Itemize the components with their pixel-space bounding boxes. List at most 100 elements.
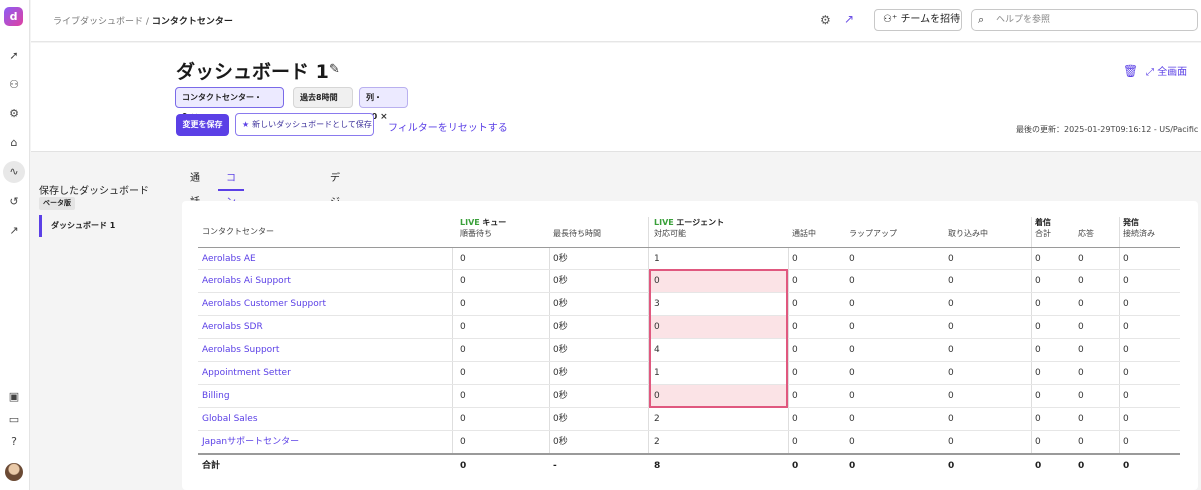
- table-cell: 0: [1123, 437, 1129, 447]
- table-cell: 0: [460, 276, 466, 286]
- total-row: 合計 0 - 8 0 0 0 0 0 0: [198, 453, 1180, 476]
- breadcrumb-current: コンタクトセンター: [151, 17, 233, 27]
- table-cell: 0: [849, 276, 855, 286]
- edit-title-pencil-icon[interactable]: ✎: [329, 62, 340, 77]
- table-cell: 0: [1123, 299, 1129, 309]
- table-cell: 0: [460, 345, 466, 355]
- table-cell: 0: [1123, 391, 1129, 401]
- breadcrumb-separator: /: [145, 17, 149, 27]
- save-as-new-label: 新しいダッシュボードとして保存: [252, 120, 372, 129]
- dashboard-header: ダッシュボード 1 ✎ コンタクトセンター・9× 過去8時間⌄ 列・10× 変更…: [31, 43, 1201, 152]
- invite-team-button[interactable]: ⚇⁺ チームを招待: [874, 9, 962, 31]
- table-cell: 0: [948, 345, 954, 355]
- table-cell: 0: [849, 322, 855, 332]
- table-cell: 0: [1123, 322, 1129, 332]
- table-cell: 0: [792, 414, 798, 424]
- user-icon[interactable]: ⚇: [6, 77, 22, 93]
- filter-chip-time-range[interactable]: 過去8時間⌄: [293, 87, 353, 122]
- last-updated-text: 最後の更新：2025-01-29T09:16:12 - US/Pacific: [1016, 125, 1199, 134]
- save-changes-button[interactable]: 変更を保存: [176, 114, 229, 136]
- col-header-queue[interactable]: LIVE キュー 順番待ち: [460, 217, 506, 247]
- contact-center-table-card: コンタクトセンター LIVE キュー 順番待ち 最長待ち時間 LIVE エージェ…: [182, 201, 1198, 490]
- breadcrumb-parent[interactable]: ライブダッシュボード: [53, 17, 143, 27]
- table-cell: 2: [654, 437, 660, 447]
- total-label: 合計: [1035, 229, 1051, 238]
- trend-icon[interactable]: ↗: [844, 12, 854, 26]
- outgoing-label: 発信: [1123, 218, 1139, 227]
- live-activity-icon[interactable]: ∿: [3, 161, 25, 183]
- contact-center-link[interactable]: Aerolabs SDR: [202, 316, 263, 338]
- table-cell: 0: [1035, 437, 1041, 447]
- col-header-incoming-total[interactable]: 着信 合計: [1035, 217, 1051, 247]
- filter-chip-label: 過去8時間: [300, 93, 338, 102]
- table-cell: 0: [1123, 345, 1129, 355]
- table-cell: 0: [849, 254, 855, 264]
- table-cell: 0: [792, 391, 798, 401]
- table-cell: 0: [792, 368, 798, 378]
- contact-center-link[interactable]: Aerolabs Support: [202, 339, 279, 361]
- tab-calls[interactable]: 通話: [190, 167, 200, 208]
- filter-chip-columns[interactable]: 列・10×: [359, 87, 408, 122]
- apps-icon[interactable]: ▣: [6, 389, 22, 405]
- saved-dashboard-item[interactable]: ダッシュボード 1: [39, 215, 167, 237]
- close-icon[interactable]: ×: [380, 112, 388, 122]
- gear-icon[interactable]: ⚙: [6, 106, 22, 122]
- contact-center-link[interactable]: Japanサポートセンター: [202, 431, 299, 453]
- table-cell: 0: [1123, 368, 1129, 378]
- reset-filters-link[interactable]: フィルターをリセットする: [388, 119, 508, 134]
- table-cell: 0: [1078, 322, 1084, 332]
- total-label: 合計: [202, 461, 221, 471]
- table-cell: 0: [1035, 254, 1041, 264]
- contact-center-link[interactable]: Aerolabs Ai Support: [202, 270, 291, 292]
- col-header-agents[interactable]: LIVE エージェント 対応可能: [654, 217, 724, 247]
- table-cell: 0: [948, 276, 954, 286]
- save-as-new-dashboard-button[interactable]: ★ 新しいダッシュボードとして保存: [235, 113, 374, 136]
- total-cell: 0: [1035, 461, 1042, 471]
- expand-icon: ⤢: [1146, 67, 1154, 78]
- contact-center-link[interactable]: Appointment Setter: [202, 362, 291, 384]
- contact-center-link[interactable]: Global Sales: [202, 408, 258, 430]
- avatar[interactable]: [5, 463, 23, 481]
- table-cell: 0秒: [553, 345, 568, 355]
- fullscreen-button[interactable]: ⤢ 全画面: [1146, 63, 1187, 78]
- video-icon[interactable]: ▭: [6, 412, 22, 428]
- table-cell: 0: [792, 437, 798, 447]
- fullscreen-label: 全画面: [1157, 67, 1188, 78]
- table-cell: 0: [792, 322, 798, 332]
- filter-chip-contact-center[interactable]: コンタクトセンター・9×: [175, 87, 284, 122]
- table-cell: 2: [654, 414, 660, 424]
- table-cell: 0: [1078, 299, 1084, 309]
- agents-label: エージェント: [676, 218, 725, 227]
- history-icon[interactable]: ↺: [6, 194, 22, 210]
- table-cell: 0: [1035, 299, 1041, 309]
- routing-icon[interactable]: ⌂: [6, 135, 22, 151]
- app-logo[interactable]: d: [4, 7, 23, 26]
- table-cell: 0: [849, 299, 855, 309]
- contact-center-link[interactable]: Aerolabs Customer Support: [202, 293, 326, 315]
- table-cell: 0: [460, 254, 466, 264]
- table-cell: 0: [1035, 368, 1041, 378]
- col-header-outgoing[interactable]: 発信 接続済み: [1123, 217, 1155, 247]
- trash-icon[interactable]: 🗑: [1123, 64, 1138, 78]
- table-cell: 0: [1035, 414, 1041, 424]
- settings-gear-icon[interactable]: ⚙: [820, 13, 831, 27]
- contact-center-link[interactable]: Aerolabs AE: [202, 248, 256, 270]
- help-search[interactable]: ⌕: [971, 9, 1198, 31]
- table-cell: 0: [460, 414, 466, 424]
- table-cell: 0: [460, 391, 466, 401]
- table-cell: 0: [460, 299, 466, 309]
- table-cell: 0: [849, 391, 855, 401]
- tab-contact-center[interactable]: コンタクトセンター: [218, 167, 244, 376]
- table-cell: 0: [1123, 254, 1129, 264]
- contact-center-link[interactable]: Billing: [202, 385, 230, 407]
- table-cell: 0: [792, 299, 798, 309]
- rocket-icon[interactable]: ➚: [6, 48, 22, 64]
- saved-dashboards-title: 保存したダッシュボード: [39, 186, 149, 197]
- invite-team-label: チームを招待: [900, 14, 961, 25]
- trend-icon[interactable]: ↗: [6, 223, 22, 239]
- help-search-input[interactable]: [996, 13, 1191, 27]
- table-cell: 0: [948, 437, 954, 447]
- tab-digital[interactable]: デジタル: [330, 167, 340, 256]
- nav-rail: d ➚ ⚇ ⚙ ⌂ ∿ ↺ ↗ ▣ ▭ ?: [0, 0, 30, 490]
- help-icon[interactable]: ?: [6, 434, 22, 450]
